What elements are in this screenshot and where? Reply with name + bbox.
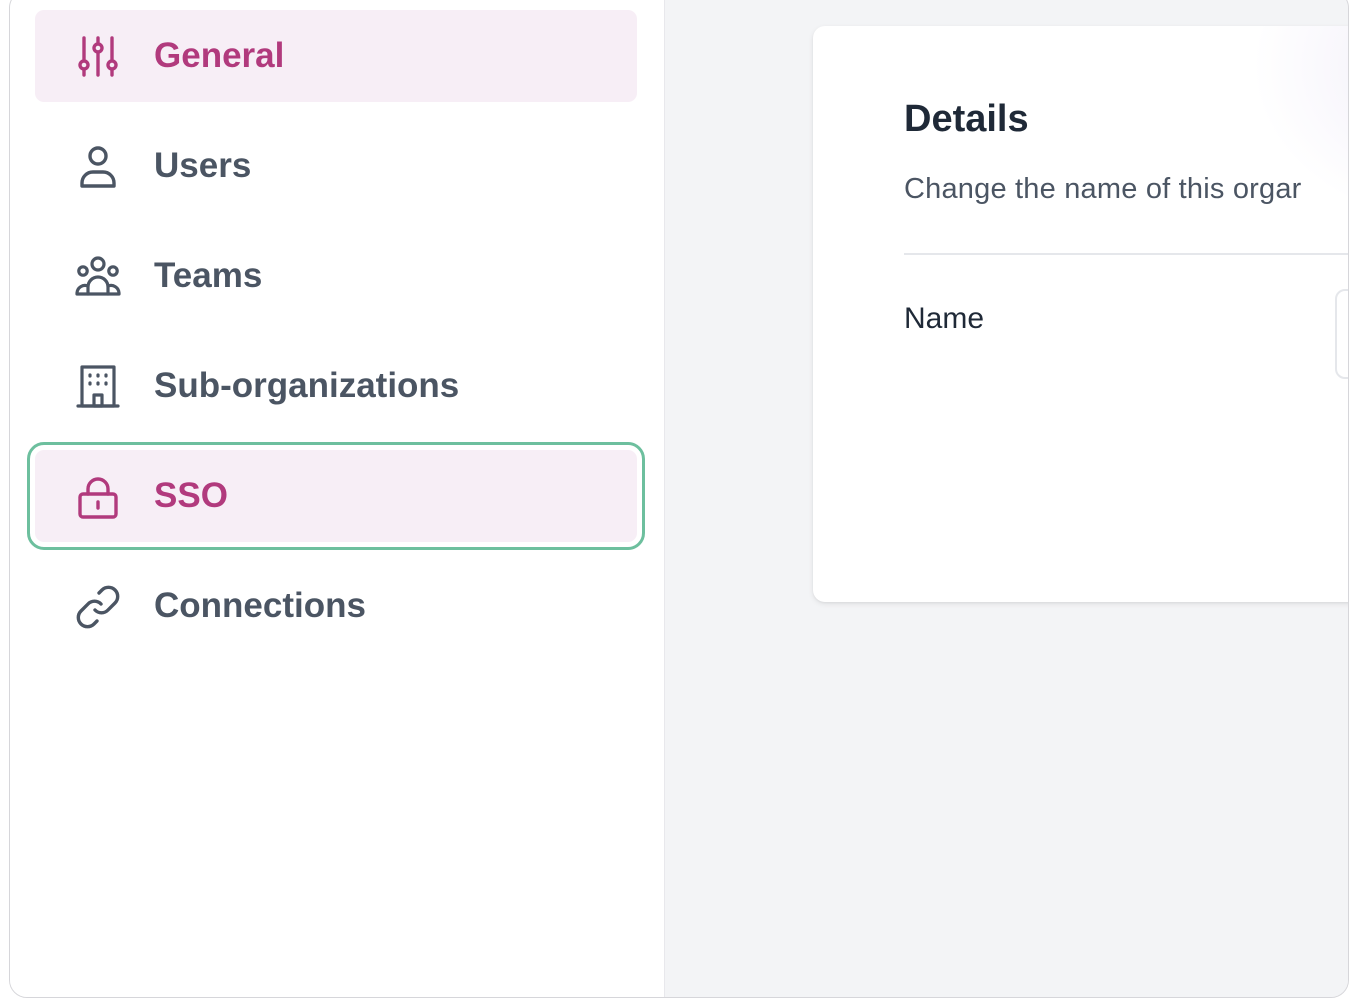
settings-sidebar: General Users Teams Sub-organizations SS… (10, 0, 665, 997)
name-field-label: Name (904, 302, 985, 335)
sliders-icon (75, 34, 121, 80)
sidebar-item-sso[interactable]: SSO (27, 442, 645, 550)
sidebar-item-label: Teams (154, 256, 263, 295)
building-icon (75, 364, 121, 410)
sidebar-item-label: Users (154, 146, 252, 185)
organization-name-input[interactable] (1335, 289, 1348, 379)
sidebar-item-label: Sub-organizations (154, 366, 460, 405)
details-card: Details Change the name of this orgar Na… (813, 26, 1348, 602)
sidebar-item-label: Connections (154, 586, 366, 625)
sidebar-item-sub-organizations[interactable]: Sub-organizations (35, 340, 637, 432)
main-content: Details Change the name of this orgar Na… (665, 0, 1348, 997)
lock-icon (75, 474, 121, 520)
card-subtitle: Change the name of this orgar (904, 173, 1302, 205)
link-icon (75, 584, 121, 630)
app-window: General Users Teams Sub-organizations SS… (9, 0, 1349, 998)
sidebar-item-connections[interactable]: Connections (35, 560, 637, 652)
card-title: Details (904, 98, 1029, 140)
sidebar-item-label: General (154, 36, 285, 75)
users-group-icon (75, 254, 121, 300)
sidebar-item-teams[interactable]: Teams (35, 230, 637, 322)
divider (904, 253, 1348, 255)
sidebar-item-label: SSO (154, 476, 228, 515)
sidebar-item-general[interactable]: General (35, 10, 637, 102)
sidebar-item-users[interactable]: Users (35, 120, 637, 212)
user-icon (75, 144, 121, 190)
